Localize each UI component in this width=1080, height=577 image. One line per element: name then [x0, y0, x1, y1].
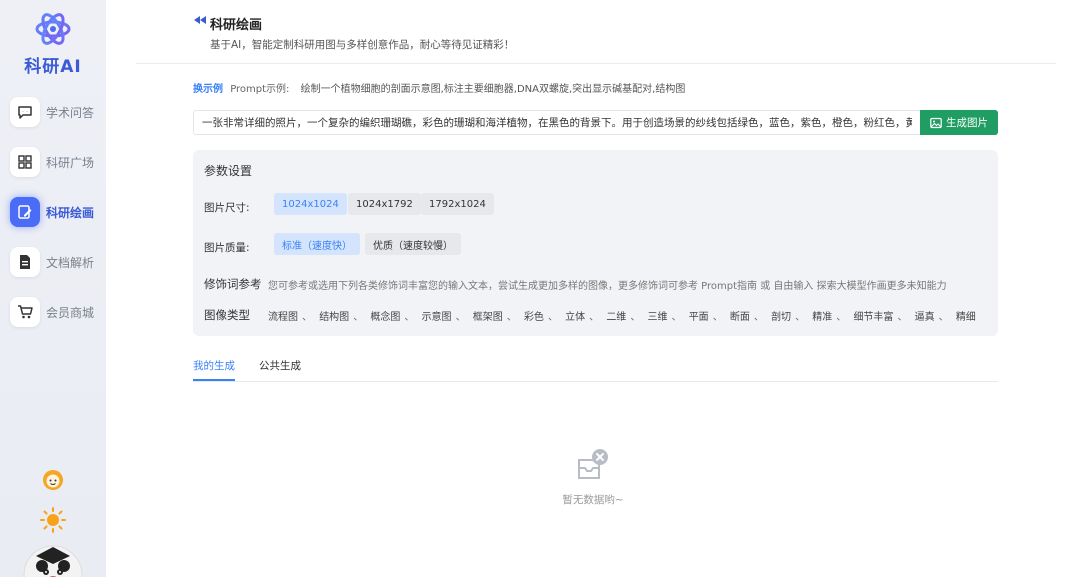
type-tag[interactable]: 平面 [689, 312, 709, 323]
example-text[interactable]: 绘制一个植物细胞的剖面示意图,标注主要细胞器,DNA双螺旋,突出显示碱基配对,结… [301, 84, 686, 95]
generate-image-button[interactable]: 生成图片 [920, 110, 998, 135]
cart-icon [10, 297, 40, 327]
sidebar-item-research-drawing[interactable]: 科研绘画 [10, 195, 100, 229]
modifier-description: 您可参考或选用下列各类修饰词丰富您的输入文本，尝试生成更加多样的图像，更多修饰词… [268, 281, 947, 292]
sidebar-item-member-shop[interactable]: 会员商城 [10, 295, 100, 329]
image-quality-label: 图片质量: [204, 242, 250, 254]
logo: 科研AI [0, 10, 106, 77]
prompt-bar: 生成图片 [193, 110, 998, 135]
sidebar-item-label: 学术问答 [46, 105, 95, 120]
params-panel: 参数设置 图片尺寸: 1024x1024 1024x1792 1792x1024… [193, 150, 998, 336]
type-tag[interactable]: 细节丰富 [853, 312, 893, 323]
support-agent-icon [43, 470, 63, 490]
image-size-label: 图片尺寸: [204, 202, 250, 214]
page-title: 科研绘画 [210, 18, 263, 33]
generate-button-label: 生成图片 [946, 117, 988, 129]
main-content: 科研绘画 基于AI，智能定制科研用图与多样创意作品，耐心等待见证精彩！ 换示例 … [106, 0, 1080, 577]
sidebar-item-research-square[interactable]: 科研广场 [10, 145, 100, 179]
size-option-1024x1024[interactable]: 1024x1024 [274, 193, 347, 215]
type-tag[interactable]: 逼真 [915, 312, 935, 323]
empty-box-icon [578, 449, 608, 479]
avatar-panda-icon [23, 545, 83, 577]
type-tag[interactable]: 剖切 [771, 312, 791, 323]
type-tag[interactable]: 三维 [648, 312, 668, 323]
type-tag[interactable]: 断面 [730, 312, 750, 323]
tab-my-generations[interactable]: 我的生成 [193, 358, 235, 381]
prompt-example-row: 换示例 Prompt示例: 绘制一个植物细胞的剖面示意图,标注主要细胞器,DNA… [193, 80, 685, 95]
sidebar-item-label: 科研广场 [46, 155, 95, 170]
theme-toggle[interactable] [0, 506, 106, 534]
grid-icon [10, 147, 40, 177]
type-tag[interactable]: 结构图 [319, 312, 349, 323]
sidebar-item-label: 科研绘画 [46, 205, 95, 220]
image-type-label: 图像类型 [204, 308, 250, 322]
empty-text: 暂无数据哟~ [562, 494, 624, 506]
chat-icon [10, 97, 40, 127]
header-divider [136, 63, 1056, 64]
sidebar-item-document-parse[interactable]: 文档解析 [10, 245, 100, 279]
user-avatar[interactable] [0, 544, 106, 577]
type-tag[interactable]: 精准 [812, 312, 832, 323]
quality-option-hd[interactable]: 优质（速度较慢） [365, 233, 461, 255]
type-tag[interactable]: 概念图 [370, 312, 400, 323]
empty-state: 暂无数据哟~ [106, 448, 1080, 507]
image-type-list: 流程图、 结构图、 概念图、 示意图、 框架图、 彩色、 立体、 二维、 三维、… [268, 312, 976, 323]
back-arrow-icon[interactable] [194, 16, 206, 24]
tab-public-generations[interactable]: 公共生成 [259, 358, 301, 381]
type-tag[interactable]: 框架图 [473, 312, 503, 323]
size-option-1792x1024[interactable]: 1792x1024 [421, 193, 494, 215]
quality-option-standard[interactable]: 标准（速度快） [274, 233, 360, 255]
sidebar-item-label: 文档解析 [46, 255, 95, 270]
logo-text: 科研AI [24, 57, 82, 77]
modifier-label: 修饰词参考 [204, 277, 262, 291]
support-button[interactable] [0, 466, 106, 494]
example-label: Prompt示例: [230, 84, 290, 95]
sidebar-item-label: 会员商城 [46, 305, 95, 320]
generation-tabs: 我的生成 公共生成 [193, 358, 998, 382]
edit-image-icon [10, 197, 40, 227]
type-tag[interactable]: 彩色 [524, 312, 544, 323]
page-subtitle: 基于AI，智能定制科研用图与多样创意作品，耐心等待见证精彩！ [210, 39, 515, 51]
type-tag[interactable]: 二维 [606, 312, 626, 323]
app-root: 科研AI 学术问答 科研广场 科研绘画 文档解析 会员商城 科研绘画 基于AI，… [0, 0, 1080, 577]
params-title: 参数设置 [204, 164, 253, 178]
sun-icon [40, 507, 66, 533]
sidebar: 科研AI 学术问答 科研广场 科研绘画 文档解析 会员商城 [0, 0, 106, 577]
image-icon [930, 117, 942, 128]
sidebar-item-academic-qa[interactable]: 学术问答 [10, 95, 100, 129]
type-tag[interactable]: 流程图 [268, 312, 298, 323]
type-tag[interactable]: 示意图 [422, 312, 452, 323]
size-option-1024x1792[interactable]: 1024x1792 [348, 193, 421, 215]
type-tag[interactable]: 精细 [956, 312, 976, 323]
change-example-button[interactable]: 换示例 [193, 84, 223, 95]
prompt-input[interactable] [194, 111, 920, 134]
atom-logo-icon [35, 13, 71, 45]
document-icon [10, 247, 40, 277]
type-tag[interactable]: 立体 [565, 312, 585, 323]
